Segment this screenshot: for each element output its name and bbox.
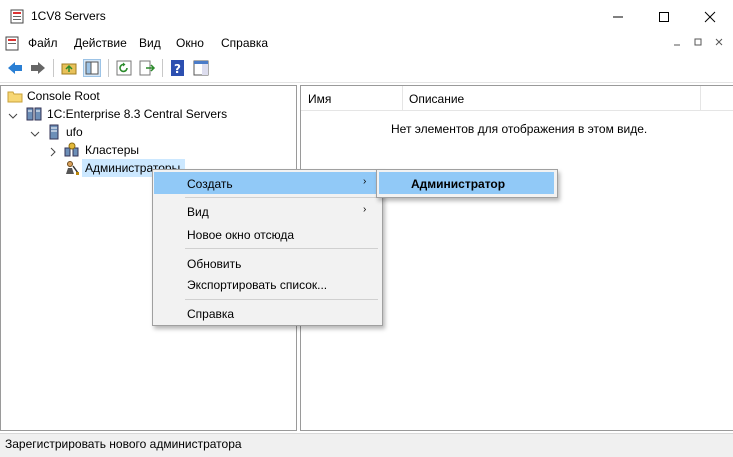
toolbar-separator [108, 59, 109, 77]
menu-item-refresh[interactable]: Обновить [187, 257, 241, 271]
column-description[interactable]: Описание [409, 92, 464, 106]
back-button[interactable] [6, 59, 24, 77]
chevron-right-icon[interactable] [48, 146, 58, 160]
column-divider[interactable] [700, 86, 701, 110]
mdi-restore-icon [694, 38, 702, 46]
toolbar [0, 55, 733, 83]
maximize-icon [659, 11, 669, 22]
window-title: 1CV8 Servers [31, 9, 106, 23]
menu-item-administrator[interactable]: Администратор [411, 177, 505, 191]
menu-help[interactable]: Справка [221, 36, 268, 50]
server-icon [47, 124, 61, 143]
back-arrow-icon [8, 62, 22, 74]
menu-action[interactable]: Действие [74, 36, 127, 50]
menu-item-export-list[interactable]: Экспортировать список... [187, 278, 327, 292]
menu-separator [185, 299, 378, 300]
status-text: Зарегистрировать нового администратора [5, 437, 242, 451]
empty-list-message: Нет элементов для отображения в этом вид… [391, 122, 648, 136]
show-hide-tree-button[interactable] [83, 59, 101, 77]
toolbar-separator [53, 59, 54, 77]
console-menu-icon[interactable] [4, 36, 20, 55]
clusters-icon [64, 142, 80, 161]
menu-item-create[interactable]: Создать [187, 177, 233, 191]
tree-item-central-servers[interactable]: 1C:Enterprise 8.3 Central Servers [47, 107, 227, 121]
close-icon [704, 11, 716, 22]
svg-text:?: ? [174, 62, 181, 76]
minimize-icon [613, 16, 623, 17]
minimize-button[interactable] [595, 0, 641, 33]
submenu-arrow-icon: › [363, 204, 367, 215]
refresh-button[interactable] [115, 59, 133, 77]
chevron-down-icon[interactable] [30, 128, 40, 142]
column-divider[interactable] [402, 86, 403, 110]
server-group-icon [26, 106, 42, 125]
forward-button[interactable] [29, 59, 47, 77]
folder-icon [7, 89, 23, 106]
menu-item-view[interactable]: Вид [187, 205, 209, 219]
tree-item-server[interactable]: ufo [66, 125, 83, 139]
forward-arrow-icon [31, 62, 45, 74]
export-icon [139, 60, 156, 76]
column-header [301, 86, 733, 111]
folder-up-icon [61, 63, 77, 75]
console-tree-icon [85, 61, 99, 75]
help-button[interactable]: ? [169, 59, 187, 77]
help-icon: ? [171, 60, 184, 76]
show-action-pane-button[interactable] [192, 59, 210, 77]
menu-item-new-window[interactable]: Новое окно отсюда [187, 228, 294, 242]
mdi-controls[interactable] [672, 36, 727, 51]
column-name[interactable]: Имя [308, 92, 331, 106]
maximize-button[interactable] [641, 0, 687, 33]
tree-item-console-root[interactable]: Console Root [27, 89, 100, 103]
menu-item-help[interactable]: Справка [187, 307, 234, 321]
menu-view[interactable]: Вид [139, 36, 161, 50]
close-button[interactable] [687, 0, 733, 33]
app-icon [9, 9, 25, 25]
chevron-down-icon[interactable] [8, 110, 18, 124]
administrators-icon [64, 160, 80, 179]
submenu-arrow-icon: › [363, 176, 367, 187]
menu-file[interactable]: Файл [28, 36, 58, 50]
menu-separator [185, 197, 378, 198]
export-list-button[interactable] [138, 59, 156, 77]
tree-item-clusters[interactable]: Кластеры [85, 143, 139, 157]
refresh-icon [116, 60, 132, 76]
action-pane-icon [193, 60, 209, 76]
up-level-button[interactable] [60, 59, 78, 77]
menu-separator [185, 248, 378, 249]
menu-window[interactable]: Окно [176, 36, 204, 50]
toolbar-separator [162, 59, 163, 77]
